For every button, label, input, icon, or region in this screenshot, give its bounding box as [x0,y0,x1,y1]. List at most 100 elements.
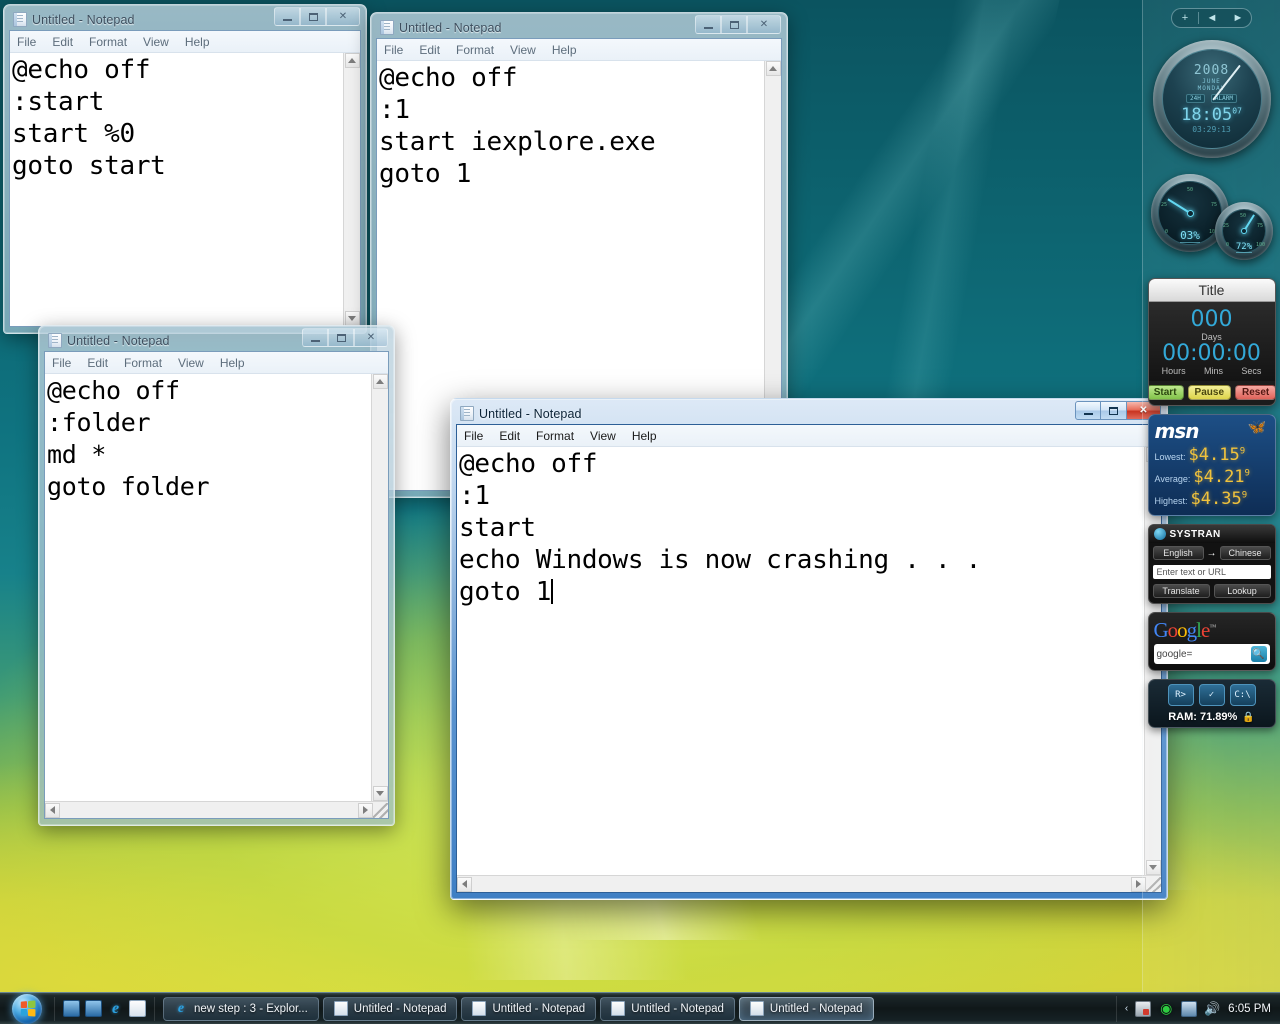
notepad-icon[interactable] [129,1000,146,1017]
text-editor[interactable]: @echo off :start start %0 goto start [10,53,343,326]
scroll-down-button[interactable] [372,786,388,801]
minimize-button[interactable] [302,328,328,347]
scroll-down-button[interactable] [344,311,360,326]
add-gadget-button[interactable]: + [1172,9,1198,27]
menu-edit[interactable]: Edit [499,429,520,443]
menu-format[interactable]: Format [456,43,494,57]
maximize-button[interactable] [1101,401,1127,420]
flip-3d-icon[interactable] [85,1000,102,1017]
sysmon-buttons[interactable]: R> ✓ C:\ [1153,684,1271,706]
systran-buttons[interactable]: Translate Lookup [1149,581,1275,603]
menu-view[interactable]: View [143,35,169,49]
network-connection-icon[interactable] [1181,1000,1198,1017]
quick-launch-bar[interactable]: e [54,996,155,1021]
scroll-left-button[interactable] [457,876,472,892]
resize-grip[interactable] [373,802,388,818]
window-titlebar[interactable]: Untitled - Notepad ✕ [456,401,1162,424]
editor-area[interactable]: @echo off :folder md * goto folder [45,374,388,818]
menu-help[interactable]: Help [632,429,657,443]
minimize-button[interactable] [1075,401,1101,420]
clock-gadget[interactable]: 2008 JUNE MONDAY 24H ALARM 18:0507 03:29… [1152,40,1271,158]
menu-bar[interactable]: File Edit Format View Help [45,352,388,374]
magnifier-icon[interactable]: 🔍 [1250,646,1267,662]
menu-edit[interactable]: Edit [52,35,73,49]
window-controls[interactable]: ✕ [695,15,781,34]
countdown-timer-gadget[interactable]: Title 000 Days 00:00:00 Hours Mins Secs … [1147,278,1276,406]
sysmon-cmd-button[interactable]: C:\ [1229,684,1256,706]
horizontal-scrollbar[interactable] [45,801,388,818]
windows-orb-icon[interactable] [12,993,42,1024]
menu-format[interactable]: Format [536,429,574,443]
editor-area[interactable]: @echo off :1 start echo Windows is now c… [457,447,1161,892]
menu-file[interactable]: File [464,429,483,443]
close-button[interactable]: ✕ [354,328,388,347]
maximize-button[interactable] [328,328,354,347]
timer-buttons[interactable]: Start Pause Reset [1148,381,1275,405]
text-editor[interactable]: @echo off :1 start echo Windows is now c… [457,447,1144,875]
menu-view[interactable]: View [178,356,204,370]
notepad-window-4-active[interactable]: Untitled - Notepad ✕ File Edit Format Vi… [450,398,1168,900]
google-search-gadget[interactable]: Google™ google= 🔍 [1147,612,1276,671]
scroll-up-button[interactable] [765,61,781,76]
google-search-input[interactable]: google= [1157,649,1251,660]
task-button-notepad-4-active[interactable]: Untitled - Notepad [738,996,874,1021]
systran-translate-button[interactable]: Translate [1152,584,1210,598]
timer-reset-button[interactable]: Reset [1235,385,1275,400]
menu-help[interactable]: Help [220,356,245,370]
menu-bar[interactable]: File Edit Format View Help [10,31,360,53]
text-editor[interactable]: @echo off :folder md * goto folder [45,374,371,801]
maximize-button[interactable] [300,7,326,26]
menu-file[interactable]: File [384,43,403,57]
editor-content[interactable]: @echo off :folder md * goto folder [47,375,371,503]
menu-file[interactable]: File [17,35,36,49]
menu-help[interactable]: Help [552,43,577,57]
notepad-window-3[interactable]: Untitled - Notepad ✕ File Edit Format Vi… [38,325,395,826]
scroll-up-button[interactable] [372,374,388,389]
vertical-scrollbar[interactable] [371,374,388,801]
menu-bar[interactable]: File Edit Format View Help [457,425,1161,447]
menu-help[interactable]: Help [185,35,210,49]
window-titlebar[interactable]: Untitled - Notepad ✕ [376,15,782,38]
editor-content[interactable]: @echo off :start start %0 goto start [12,54,343,182]
task-button-notepad-1[interactable]: Untitled - Notepad [322,996,458,1021]
minimize-button[interactable] [695,15,721,34]
chevron-left-icon[interactable]: ‹ [1125,1003,1128,1014]
minimize-button[interactable] [274,7,300,26]
next-gadget-button[interactable]: ► [1225,9,1251,27]
timer-pause-button[interactable]: Pause [1187,385,1232,400]
menu-view[interactable]: View [590,429,616,443]
menu-edit[interactable]: Edit [87,356,108,370]
task-button-notepad-3[interactable]: Untitled - Notepad [600,996,735,1021]
editor-area[interactable]: @echo off :start start %0 goto start [10,53,360,326]
network-status-icon[interactable] [1135,1000,1152,1017]
horizontal-scrollbar[interactable] [457,875,1161,892]
taskbar[interactable]: e e new step : 3 - Explor... Untitled - … [0,992,1280,1024]
clock-mode-chip[interactable]: 24H [1186,94,1205,103]
resource-meter-gadget[interactable]: 0 25 50 75 100 03% 0 25 50 75 100 72% [1143,174,1280,266]
task-button-notepad-2[interactable]: Untitled - Notepad [461,996,597,1021]
google-search-row[interactable]: google= 🔍 [1153,644,1270,664]
editor-content[interactable]: @echo off :1 start echo Windows is now c… [459,449,981,607]
prev-gadget-button[interactable]: ◄ [1199,9,1225,27]
menu-view[interactable]: View [510,43,536,57]
show-desktop-icon[interactable] [63,1000,80,1017]
window-controls[interactable]: ✕ [274,7,360,26]
systran-lookup-button[interactable]: Lookup [1213,584,1271,598]
systran-source-language[interactable]: English [1152,546,1204,560]
sidebar-controls[interactable]: + ◄ ► [1171,8,1252,28]
ram-meter-gadget[interactable]: 0 25 50 75 100 72% [1215,202,1273,260]
systran-text-input[interactable]: Enter text or URL [1152,565,1271,579]
internet-explorer-icon[interactable]: e [107,1000,124,1017]
system-tray[interactable]: ‹ ◉ 🔊 6:05 PM [1115,995,1280,1022]
maximize-button[interactable] [721,15,747,34]
notepad-window-1[interactable]: Untitled - Notepad ✕ File Edit Format Vi… [3,4,367,334]
lock-icon[interactable]: 🔒 [1242,712,1254,723]
window-titlebar[interactable]: Untitled - Notepad ✕ [44,328,389,351]
scroll-up-button[interactable] [344,53,360,68]
timer-start-button[interactable]: Start [1148,385,1184,400]
menu-format[interactable]: Format [124,356,162,370]
menu-file[interactable]: File [52,356,71,370]
menu-edit[interactable]: Edit [419,43,440,57]
systran-translator-gadget[interactable]: SYSTRAN English → Chinese Enter text or … [1147,524,1276,604]
close-button[interactable]: ✕ [326,7,360,26]
